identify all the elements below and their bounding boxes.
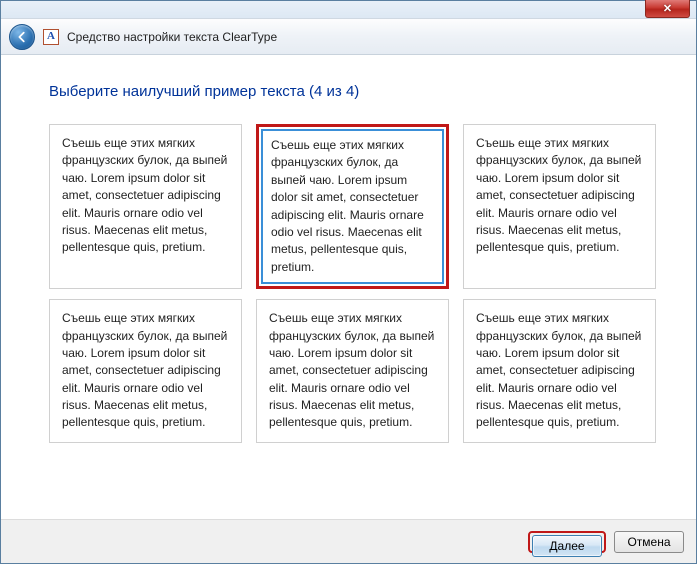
sample-text: Съешь еще этих мягких французских булок,… [476,136,641,254]
next-button[interactable]: Далее [532,535,602,557]
text-sample-6[interactable]: Съешь еще этих мягких французских булок,… [463,299,656,443]
sample-text: Съешь еще этих мягких французских булок,… [62,311,227,429]
back-button[interactable] [9,24,35,50]
sample-text: Съешь еще этих мягких французских булок,… [476,311,641,429]
cancel-button[interactable]: Отмена [614,531,684,553]
close-button[interactable]: ✕ [645,0,690,18]
close-icon: ✕ [663,2,672,15]
text-sample-1[interactable]: Съешь еще этих мягких французских булок,… [49,124,242,289]
text-sample-3[interactable]: Съешь еще этих мягких французских булок,… [463,124,656,289]
footer-bar: Далее Отмена [1,519,696,563]
text-sample-2[interactable]: Съешь еще этих мягких французских булок,… [256,124,449,289]
text-sample-5[interactable]: Съешь еще этих мягких французских булок,… [256,299,449,443]
app-icon: A [43,29,59,45]
sample-text: Съешь еще этих мягких французских булок,… [62,136,227,254]
sample-text: Съешь еще этих мягких французских булок,… [269,311,434,429]
titlebar: ✕ [1,1,696,19]
sample-text: Съешь еще этих мягких французских булок,… [271,138,424,274]
next-button-highlight: Далее [528,531,606,553]
content-area: Выберите наилучший пример текста (4 из 4… [1,55,696,443]
sample-grid: Съешь еще этих мягких французских булок,… [49,124,656,443]
back-arrow-icon [15,30,29,44]
wizard-window: ✕ A Средство настройки текста ClearType … [0,0,697,564]
header-bar: A Средство настройки текста ClearType [1,19,696,55]
app-icon-letter: A [47,31,55,42]
page-heading: Выберите наилучший пример текста (4 из 4… [49,83,656,100]
text-sample-4[interactable]: Съешь еще этих мягких французских булок,… [49,299,242,443]
window-title: Средство настройки текста ClearType [67,30,277,44]
